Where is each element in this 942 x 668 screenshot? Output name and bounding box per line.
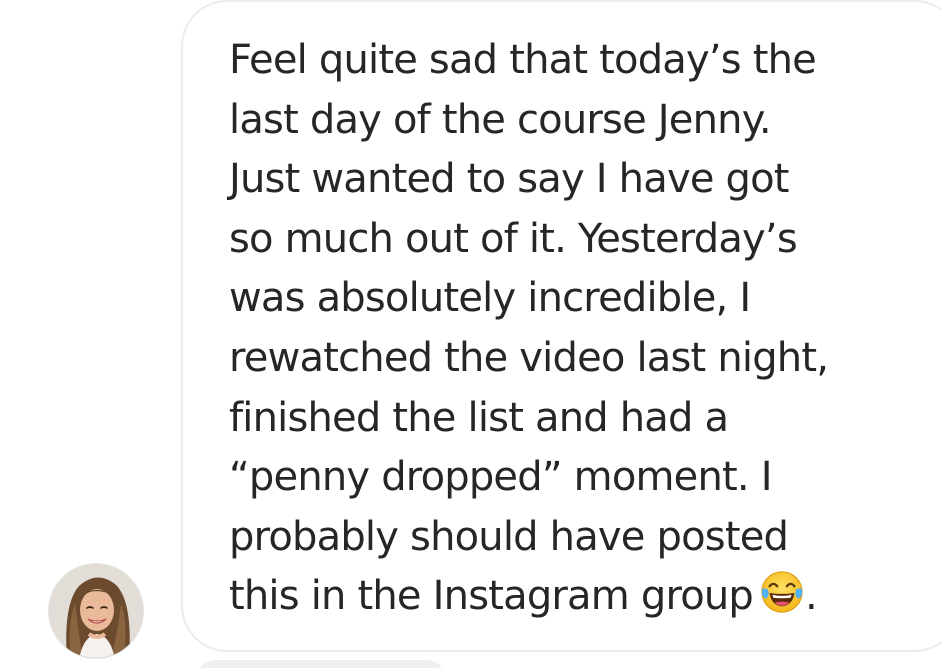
avatar[interactable] bbox=[48, 563, 144, 659]
message-line-last: this in the Instagram group . bbox=[229, 567, 929, 627]
message-line: “penny dropped” moment. I bbox=[229, 454, 773, 501]
face-with-tears-of-joy-icon bbox=[759, 569, 805, 615]
message-line-text: this in the Instagram group bbox=[229, 573, 754, 620]
message-line: last day of the course Jenny. bbox=[229, 96, 772, 143]
message-line: rewatched the video last night, bbox=[229, 334, 829, 381]
dm-thread: Feel quite sad that today’s the last day… bbox=[0, 0, 942, 668]
message-text: Feel quite sad that today’s the last day… bbox=[229, 31, 929, 627]
message-line: probably should have posted bbox=[229, 513, 789, 560]
message-line: Feel quite sad that today’s the bbox=[229, 37, 817, 83]
message-line: was absolutely incredible, I bbox=[229, 275, 751, 322]
message-trailing-punctuation: . bbox=[805, 573, 818, 620]
message-line: Just wanted to say I have got bbox=[229, 156, 790, 203]
message-line: so much out of it. Yesterday’s bbox=[229, 215, 798, 262]
message-line: finished the list and had a bbox=[229, 394, 729, 441]
next-message-bubble[interactable] bbox=[196, 660, 446, 668]
